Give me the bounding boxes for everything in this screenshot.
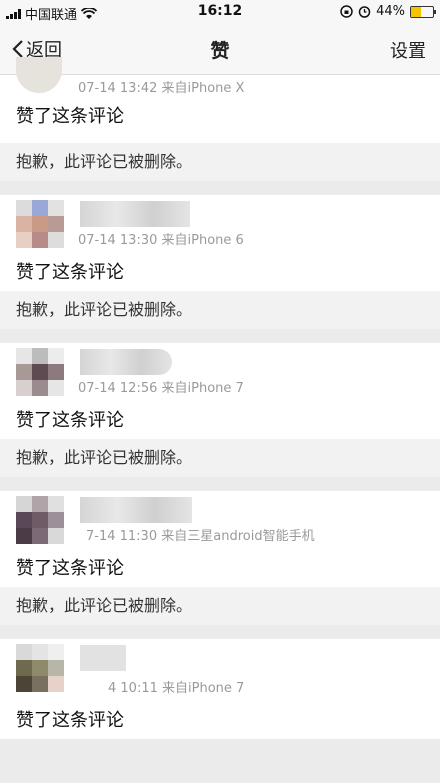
battery-fill (411, 6, 421, 17)
like-item[interactable]: 4 10:11 来自iPhone 7 赞了这条评论 (0, 639, 440, 739)
username-blurred[interactable] (80, 349, 172, 375)
like-item[interactable]: 07-14 13:30 来自iPhone 6 赞了这条评论 (0, 195, 440, 291)
avatar[interactable] (16, 200, 64, 248)
quoted-comment[interactable]: 抱歉，此评论已被删除。 (0, 291, 440, 329)
status-bar: 中国联通 16:12 44% (0, 0, 440, 24)
item-action: 赞了这条评论 (16, 710, 124, 731)
divider (0, 477, 440, 491)
like-item[interactable]: 7-14 11:30 来自三星android智能手机 赞了这条评论 (0, 491, 440, 587)
likes-feed: 07-14 13:42 来自iPhone X 赞了这条评论 抱歉，此评论已被删除… (0, 57, 440, 739)
item-meta: 7-14 11:30 来自三星android智能手机 (86, 529, 315, 544)
like-item[interactable]: 07-14 13:42 来自iPhone X 赞了这条评论 (0, 57, 440, 143)
like-item[interactable]: 07-14 12:56 来自iPhone 7 赞了这条评论 (0, 343, 440, 439)
item-action: 赞了这条评论 (16, 558, 124, 579)
settings-button[interactable]: 设置 (390, 37, 426, 63)
item-action: 赞了这条评论 (16, 106, 124, 127)
avatar[interactable] (16, 496, 64, 544)
quoted-comment[interactable]: 抱歉，此评论已被删除。 (0, 439, 440, 477)
battery-percent: 44% (376, 4, 405, 19)
divider (0, 329, 440, 343)
quoted-comment[interactable]: 抱歉，此评论已被删除。 (0, 587, 440, 625)
username-blurred[interactable] (80, 497, 192, 523)
item-action: 赞了这条评论 (16, 410, 124, 431)
item-meta: 4 10:11 来自iPhone 7 (108, 681, 245, 696)
item-action: 赞了这条评论 (16, 262, 124, 283)
item-meta: 07-14 12:56 来自iPhone 7 (78, 381, 244, 396)
item-meta: 07-14 13:30 来自iPhone 6 (78, 233, 244, 248)
item-meta: 07-14 13:42 来自iPhone X (78, 81, 245, 96)
quoted-comment[interactable]: 抱歉，此评论已被删除。 (0, 143, 440, 181)
lock-rotation-icon (340, 5, 353, 18)
divider (0, 625, 440, 639)
nav-bar: 返回 赞 设置 (0, 24, 440, 75)
alarm-icon (358, 6, 371, 18)
avatar[interactable] (16, 57, 62, 93)
battery-icon (410, 5, 436, 18)
divider (0, 181, 440, 195)
avatar[interactable] (16, 348, 64, 396)
username-blurred[interactable] (80, 645, 126, 671)
avatar[interactable] (16, 644, 64, 692)
username-blurred[interactable] (80, 201, 190, 227)
status-right: 44% (340, 4, 436, 19)
page-title: 赞 (210, 40, 230, 62)
